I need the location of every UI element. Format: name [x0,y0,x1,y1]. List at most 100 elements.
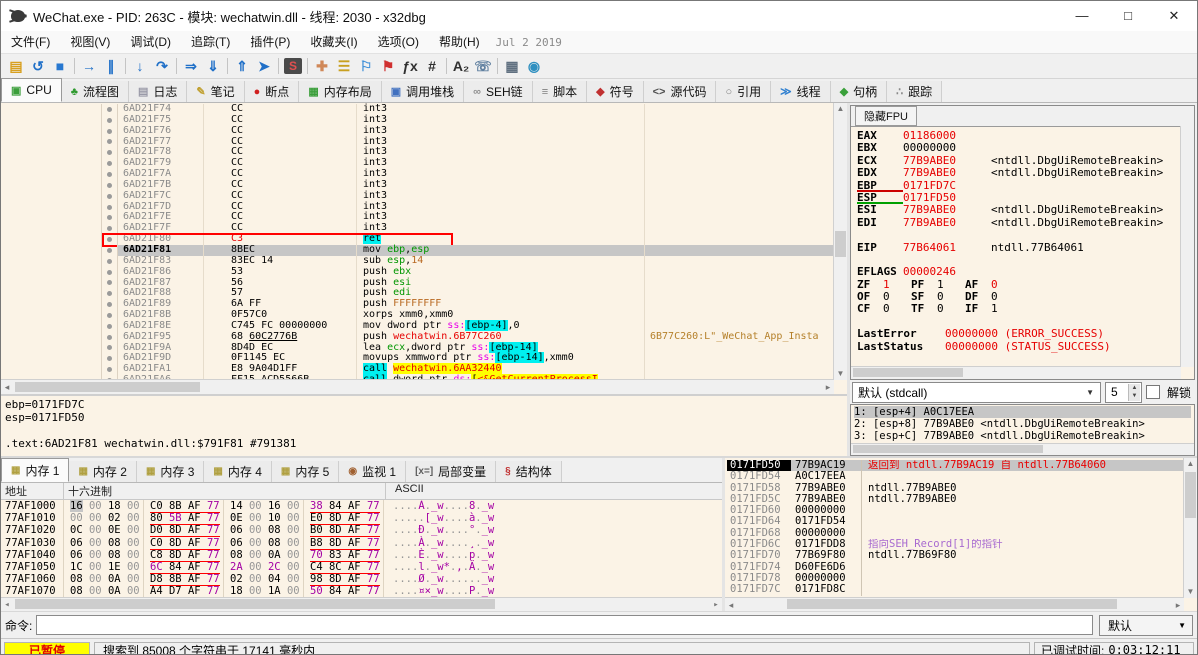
scroll-left-arrow[interactable]: ◂ [1,380,13,394]
flags-line[interactable]: OF0SF0DF0 [857,291,1180,303]
argument-count-stepper[interactable]: 5 ▲▼ [1105,382,1142,403]
tab-内存布局[interactable]: ▦内存布局 [299,81,381,102]
tab-监视 1[interactable]: ◉监视 1 [339,461,406,482]
attach-icon[interactable]: ☏ [472,56,494,76]
disasm-vscroll-thumb[interactable] [835,231,846,257]
tab-CPU[interactable]: ▣CPU [1,78,62,102]
tab-符号[interactable]: ◆符号 [587,81,643,102]
tab-内存 5[interactable]: ▦内存 5 [272,461,339,482]
calling-convention-select[interactable]: 默认 (stdcall) ▼ [852,382,1101,403]
stepper-arrows-icon[interactable]: ▲▼ [1128,384,1140,401]
breakpoint-gutter[interactable] [101,191,118,202]
breakpoint-gutter[interactable] [101,288,118,299]
tab-断点[interactable]: ●断点 [245,81,300,102]
strings-icon[interactable]: A₂ [450,56,472,76]
breakpoint-gutter[interactable] [101,202,118,213]
disassembly-view[interactable]: 6AD21F74CCint36AD21F75CCint36AD21F76CCin… [1,103,847,394]
breakpoint-gutter[interactable] [101,343,118,354]
menu-item[interactable]: 帮助(H) [429,31,490,53]
memory-row[interactable]: 77AF106008 00 0A 00D8 8B AF 7702 00 04 0… [1,573,722,585]
menu-item[interactable]: 文件(F) [1,31,60,53]
breakpoint-gutter[interactable] [101,332,118,343]
open-file-icon[interactable]: ▤ [5,56,27,76]
argument-row[interactable]: 1: [esp+4] A0C17EEA [854,406,1191,418]
tab-笔记[interactable]: ✎笔记 [187,81,244,102]
breakpoint-gutter[interactable] [101,169,118,180]
tab-SEH链[interactable]: ∞SEH链 [464,81,533,102]
arguments-hscroll-thumb[interactable] [853,445,1043,453]
breakpoint-gutter[interactable] [101,147,118,158]
tab-内存 2[interactable]: ▦内存 2 [69,461,136,482]
breakpoint-gutter[interactable] [101,278,118,289]
scroll-up-arrow[interactable]: ▲ [1184,458,1197,470]
pause-icon[interactable]: ∥ [100,56,122,76]
breakpoint-gutter[interactable] [101,158,118,169]
maximize-button[interactable]: □ [1105,1,1151,31]
breakpoint-gutter[interactable] [101,353,118,364]
call-arguments-view[interactable]: 1: [esp+4] A0C17EEA2: [esp+8] 77B9ABE0 <… [850,404,1195,456]
step-into-icon[interactable]: ↓ [129,56,151,76]
scroll-down-arrow[interactable]: ▼ [1184,586,1197,598]
minimize-button[interactable]: — [1059,1,1105,31]
disasm-horizontal-scrollbar[interactable]: ◂ ▸ [1,379,834,394]
scroll-right-arrow[interactable]: ▸ [822,380,834,394]
menu-item[interactable]: 视图(V) [60,31,120,53]
memory-row[interactable]: 77AF107008 00 0A 00A4 D7 AF 7718 00 1A 0… [1,585,722,597]
flags-line[interactable]: ZF1PF1AF0 [857,279,1180,291]
dump-hscroll-thumb[interactable] [15,599,495,609]
tab-线程[interactable]: ≫线程 [771,81,831,102]
tab-内存 1[interactable]: ▦内存 1 [1,458,69,482]
hash-icon[interactable]: # [421,56,443,76]
scroll-right-arrow[interactable]: ▸ [1172,598,1184,611]
stack-row[interactable]: 0171FD54A0C17EEA [727,471,1183,482]
restart-icon[interactable]: ↺ [27,56,49,76]
tab-句柄[interactable]: ◆句柄 [831,81,887,102]
breakpoint-gutter[interactable] [101,310,118,321]
menu-item[interactable]: 选项(O) [368,31,429,53]
animate-into-icon[interactable]: ⇒ [180,56,202,76]
scroll-left-arrow[interactable]: ◂ [1,598,13,611]
disasm-vertical-scrollbar[interactable]: ▲ ▼ [833,103,847,380]
registers-horizontal-scrollbar[interactable] [851,366,1181,379]
breakpoint-gutter[interactable] [101,234,118,245]
tab-结构体[interactable]: §结构体 [496,461,562,482]
tab-内存 3[interactable]: ▦内存 3 [137,461,204,482]
bookmarks-icon[interactable]: ⚑ [377,56,399,76]
step-out-icon[interactable]: ⇓ [202,56,224,76]
stack-vscroll-thumb[interactable] [1185,472,1196,518]
stack-horizontal-scrollbar[interactable]: ◂ ▸ [725,597,1184,611]
registers-hscroll-thumb[interactable] [853,368,963,377]
memory-row[interactable]: 77AF101000 00 02 0080 5B AF 770E 00 10 0… [1,512,722,524]
flags-line[interactable]: CF0TF0IF1 [857,303,1180,315]
tab-流程图[interactable]: ♣流程图 [62,81,129,102]
scroll-right-arrow[interactable]: ▸ [710,598,722,611]
stack-pane[interactable]: 0171FD5077B9AC19返回到 ntdll.77B9AC19 自 ntd… [725,458,1197,611]
close-button[interactable]: ✕ [1151,1,1197,31]
tab-引用[interactable]: ○引用 [716,81,771,102]
register-line[interactable]: EIP77B64061ntdll.77B64061 [857,242,1180,254]
stack-hscroll-thumb[interactable] [787,599,1117,609]
disasm-row[interactable]: 6AD21F8653push ebx [1,267,834,278]
patches-icon[interactable]: ✚ [311,56,333,76]
register-line[interactable]: LastStatus00000000 (STATUS_SUCCESS) [857,341,1180,353]
argument-row[interactable]: 2: [esp+8] 77B9ABE0 <ntdll.DbgUiRemoteBr… [854,418,1191,430]
run-icon[interactable]: → [78,56,100,76]
memory-dump-view[interactable]: 地址 十六进制 ASCII 77AF100016 00 18 00C0 8B A… [1,483,722,611]
memory-row[interactable]: 77AF104006 00 08 00C8 8D AF 7708 00 0A 0… [1,549,722,561]
stack-row[interactable]: 0171FD7077B69F80ntdll.77B69F80 [727,550,1183,561]
tab-脚本[interactable]: ≡脚本 [533,81,587,102]
register-line[interactable]: EDX77B9ABE0<ntdll.DbgUiRemoteBreakin> [857,167,1180,179]
memory-row[interactable]: 77AF10501C 00 1E 006C 84 AF 772A 00 2C 0… [1,561,722,573]
memory-row[interactable]: 77AF100016 00 18 00C0 8B AF 7714 00 16 0… [1,500,722,512]
menu-item[interactable]: 收藏夹(I) [300,31,367,53]
menu-item[interactable]: 调试(D) [120,31,181,53]
menu-item[interactable]: 插件(P) [240,31,300,53]
tab-调用堆栈[interactable]: ▣调用堆栈 [382,81,464,102]
functions-icon[interactable]: ƒx [399,56,421,76]
stop-icon[interactable]: ■ [49,56,71,76]
step-over-icon[interactable]: ↷ [151,56,173,76]
breakpoint-gutter[interactable] [101,115,118,126]
breakpoint-gutter[interactable] [101,299,118,310]
comments-icon[interactable]: ☰ [333,56,355,76]
memory-row[interactable]: 77AF10200C 00 0E 00D0 8D AF 7706 00 08 0… [1,524,722,536]
